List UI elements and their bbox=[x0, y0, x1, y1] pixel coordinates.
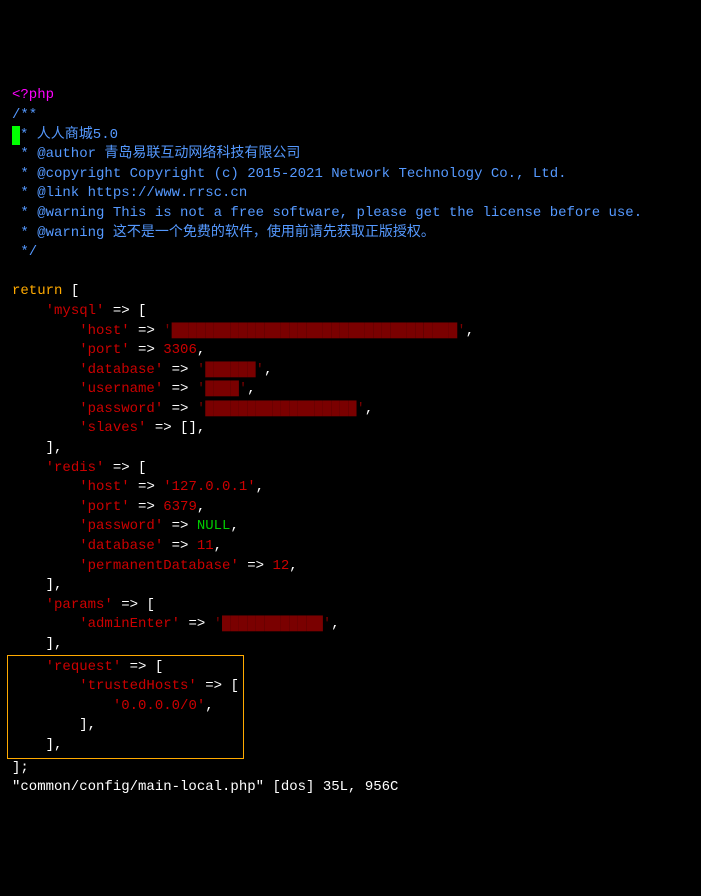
docblock-line: * 人人商城5.0 bbox=[20, 127, 118, 143]
config-key: 'mysql' bbox=[46, 303, 105, 319]
arrow: => bbox=[163, 518, 197, 534]
arrow: => bbox=[239, 558, 273, 574]
config-key: 'password' bbox=[79, 401, 163, 417]
config-key: 'redis' bbox=[46, 460, 105, 476]
config-key: 'params' bbox=[46, 597, 113, 613]
return-keyword: return bbox=[12, 283, 62, 299]
bracket: [ bbox=[62, 283, 79, 299]
docblock-line: * @link https://www.rrsc.cn bbox=[12, 185, 247, 201]
arrow: => bbox=[180, 616, 214, 632]
arrow: => bbox=[130, 479, 164, 495]
null-value: NULL bbox=[197, 518, 231, 534]
docblock-line: * @author 青岛易联互动网络科技有限公司 bbox=[12, 146, 300, 162]
arrow: => bbox=[113, 597, 147, 613]
arrow: => bbox=[146, 420, 180, 436]
redacted-value: '████' bbox=[197, 381, 247, 397]
bracket: [ bbox=[138, 460, 146, 476]
highlighted-region: 'request' => [ 'trustedHosts' => [ '0.0.… bbox=[7, 655, 244, 759]
config-key: 'port' bbox=[79, 499, 129, 515]
trusted-host-value: '0.0.0.0/0' bbox=[113, 698, 205, 714]
close-bracket: ], bbox=[46, 636, 63, 652]
config-key: 'password' bbox=[79, 518, 163, 534]
docblock-line: * @warning This is not a free software, … bbox=[12, 205, 642, 221]
config-key: 'slaves' bbox=[79, 420, 146, 436]
redacted-value: '██████' bbox=[197, 362, 264, 378]
db-value: 12 bbox=[272, 558, 289, 574]
terminal-editor[interactable]: <?php /** * 人人商城5.0 * @author 青岛易联互动网络科技… bbox=[12, 86, 689, 797]
arrow: => bbox=[163, 362, 197, 378]
arrow: => bbox=[163, 401, 197, 417]
arrow: => bbox=[197, 678, 231, 694]
docblock-open: /** bbox=[12, 107, 37, 123]
php-tag: <?php bbox=[12, 87, 54, 103]
arrow: => bbox=[163, 538, 197, 554]
bracket: [ bbox=[155, 659, 163, 675]
arrow: => bbox=[121, 659, 155, 675]
config-key: 'username' bbox=[79, 381, 163, 397]
config-key: 'permanentDatabase' bbox=[79, 558, 239, 574]
port-value: 6379 bbox=[163, 499, 197, 515]
config-key: 'host' bbox=[79, 479, 129, 495]
config-key: 'port' bbox=[79, 342, 129, 358]
config-key: 'request' bbox=[46, 659, 122, 675]
redacted-value: '██████████████████████████████████' bbox=[163, 323, 465, 339]
close-bracket: ], bbox=[79, 717, 96, 733]
empty-array: [] bbox=[180, 420, 197, 436]
config-key: 'host' bbox=[79, 323, 129, 339]
db-value: 11 bbox=[197, 538, 214, 554]
config-key: 'database' bbox=[79, 362, 163, 378]
final-close: ]; bbox=[12, 760, 29, 776]
docblock-close: */ bbox=[12, 244, 37, 260]
cursor bbox=[12, 126, 20, 146]
bracket: [ bbox=[230, 678, 238, 694]
config-key: 'adminEnter' bbox=[79, 616, 180, 632]
close-bracket: ], bbox=[46, 737, 63, 753]
arrow: => bbox=[130, 499, 164, 515]
redacted-value: '████████████' bbox=[214, 616, 332, 632]
redacted-value: '██████████████████' bbox=[197, 401, 365, 417]
bracket: [ bbox=[146, 597, 154, 613]
arrow: => bbox=[130, 323, 164, 339]
arrow: => bbox=[130, 342, 164, 358]
docblock-line: * @copyright Copyright (c) 2015-2021 Net… bbox=[12, 166, 567, 182]
config-key: 'database' bbox=[79, 538, 163, 554]
arrow: => bbox=[104, 460, 138, 476]
close-bracket: ], bbox=[46, 577, 63, 593]
close-bracket: ], bbox=[46, 440, 63, 456]
arrow: => bbox=[104, 303, 138, 319]
arrow: => bbox=[163, 381, 197, 397]
bracket: [ bbox=[138, 303, 146, 319]
port-value: 3306 bbox=[163, 342, 197, 358]
host-value: '127.0.0.1' bbox=[163, 479, 255, 495]
docblock-line: * @warning 这不是一个免费的软件，使用前请先获取正版授权。 bbox=[12, 225, 435, 241]
vim-status-line: "common/config/main-local.php" [dos] 35L… bbox=[12, 779, 398, 795]
config-key: 'trustedHosts' bbox=[79, 678, 197, 694]
